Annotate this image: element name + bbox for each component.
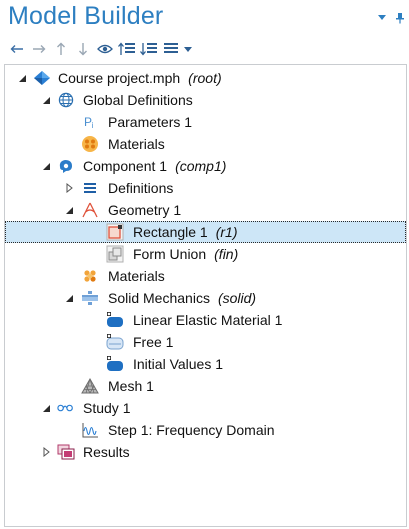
globe-icon bbox=[57, 91, 75, 109]
panel-title: Model Builder bbox=[8, 2, 164, 30]
tree-item-rectangle-1[interactable]: Rectangle 1 (r1) bbox=[5, 221, 406, 243]
tree-item-definitions[interactable]: Definitions bbox=[5, 177, 406, 199]
frequency-domain-icon bbox=[81, 421, 99, 439]
tree-item-label: Results bbox=[83, 444, 130, 460]
pushpin-icon[interactable] bbox=[395, 12, 405, 24]
expand-sections-icon[interactable] bbox=[116, 40, 138, 58]
tree-item-label: Linear Elastic Material 1 bbox=[133, 312, 283, 328]
tree-item-label: Course project.mph bbox=[58, 70, 181, 86]
initial-values-icon bbox=[106, 355, 124, 373]
tree-item-label: Global Definitions bbox=[83, 92, 193, 108]
materials-icon bbox=[81, 135, 99, 153]
tree-item-label: Definitions bbox=[108, 180, 174, 196]
expanded-triangle-icon[interactable] bbox=[40, 160, 52, 172]
eye-icon[interactable] bbox=[94, 40, 116, 58]
toolbar bbox=[6, 40, 194, 58]
tree-item-mesh-1[interactable]: Mesh 1 bbox=[5, 375, 406, 397]
solid-mechanics-icon bbox=[81, 289, 99, 307]
collapsed-triangle-icon[interactable] bbox=[63, 182, 75, 194]
tree-item-label: Geometry 1 bbox=[108, 202, 182, 218]
tree-item-label: Rectangle 1 bbox=[133, 224, 208, 240]
tree-item-tag: (comp1) bbox=[175, 158, 227, 174]
tree-item-component-1[interactable]: Component 1 (comp1) bbox=[5, 155, 406, 177]
tree-item-label: Mesh 1 bbox=[108, 378, 154, 394]
tree-item-label: Study 1 bbox=[83, 400, 131, 416]
tree-item-linear-elastic-material-1[interactable]: Linear Elastic Material 1 bbox=[5, 309, 406, 331]
pin-dropdown-icon[interactable] bbox=[377, 12, 387, 24]
rectangle-icon bbox=[106, 223, 124, 241]
tree-item-root[interactable]: Course project.mph (root) bbox=[5, 67, 406, 89]
tree-item-component-materials[interactable]: Materials bbox=[5, 265, 406, 287]
tree-item-label: Step 1: Frequency Domain bbox=[108, 422, 275, 438]
expanded-triangle-icon[interactable] bbox=[40, 402, 52, 414]
expanded-triangle-icon[interactable] bbox=[63, 204, 75, 216]
svg-text:i: i bbox=[92, 121, 94, 130]
tree-item-label: Initial Values 1 bbox=[133, 356, 224, 372]
arrow-down-icon[interactable] bbox=[72, 40, 94, 58]
title-icons bbox=[377, 12, 405, 24]
tree-item-label: Free 1 bbox=[133, 334, 174, 350]
tree-item-tag: (fin) bbox=[214, 246, 239, 262]
tree-item-geometry-1[interactable]: Geometry 1 bbox=[5, 199, 406, 221]
parameters-pi-icon: Pi bbox=[81, 113, 99, 131]
comsol-diamond-icon bbox=[33, 69, 51, 87]
expanded-triangle-icon[interactable] bbox=[63, 292, 75, 304]
arrow-up-icon[interactable] bbox=[50, 40, 72, 58]
list-view-icon[interactable] bbox=[160, 40, 182, 58]
results-icon bbox=[57, 443, 75, 461]
dropdown-arrow-icon[interactable] bbox=[182, 40, 194, 58]
arrow-right-icon[interactable] bbox=[28, 40, 50, 58]
tree-item-solid-mechanics[interactable]: Solid Mechanics (solid) bbox=[5, 287, 406, 309]
collapsed-triangle-icon[interactable] bbox=[40, 446, 52, 458]
form-union-icon bbox=[106, 245, 124, 263]
tree-item-label: Materials bbox=[108, 268, 165, 284]
component-icon bbox=[57, 157, 75, 175]
tree-item-tag: (r1) bbox=[215, 224, 238, 240]
materials-icon bbox=[81, 267, 99, 285]
definitions-icon bbox=[81, 179, 99, 197]
study-icon bbox=[57, 399, 75, 417]
tree-item-label: Parameters 1 bbox=[108, 114, 193, 130]
model-builder-panel: Model Builder Course project.mph (root) … bbox=[0, 0, 409, 529]
tree-item-parameters-1[interactable]: Pi Parameters 1 bbox=[5, 111, 406, 133]
tree-item-tag: (solid) bbox=[217, 290, 257, 306]
tree-item-global-materials[interactable]: Materials bbox=[5, 133, 406, 155]
tree-item-results[interactable]: Results bbox=[5, 441, 406, 463]
tree-item-free-1[interactable]: Free 1 bbox=[5, 331, 406, 353]
collapse-sections-icon[interactable] bbox=[138, 40, 160, 58]
tree-item-step-1-frequency-domain[interactable]: Step 1: Frequency Domain bbox=[5, 419, 406, 441]
tree-item-label: Form Union bbox=[133, 246, 207, 262]
expanded-triangle-icon[interactable] bbox=[40, 94, 52, 106]
tree-item-initial-values-1[interactable]: Initial Values 1 bbox=[5, 353, 406, 375]
arrow-left-icon[interactable] bbox=[6, 40, 28, 58]
linear-elastic-icon bbox=[106, 311, 124, 329]
expanded-triangle-icon[interactable] bbox=[16, 72, 28, 84]
tree-item-label: Component 1 bbox=[83, 158, 168, 174]
mesh-icon bbox=[81, 377, 99, 395]
geometry-icon bbox=[81, 201, 99, 219]
free-boundary-icon bbox=[106, 333, 124, 351]
tree-item-label: Solid Mechanics bbox=[108, 290, 210, 306]
tree-item-form-union[interactable]: Form Union (fin) bbox=[5, 243, 406, 265]
model-tree: Course project.mph (root) Global Definiti… bbox=[4, 64, 407, 527]
tree-item-global-definitions[interactable]: Global Definitions bbox=[5, 89, 406, 111]
tree-item-label: Materials bbox=[108, 136, 165, 152]
tree-item-study-1[interactable]: Study 1 bbox=[5, 397, 406, 419]
tree-item-tag: (root) bbox=[188, 70, 222, 86]
